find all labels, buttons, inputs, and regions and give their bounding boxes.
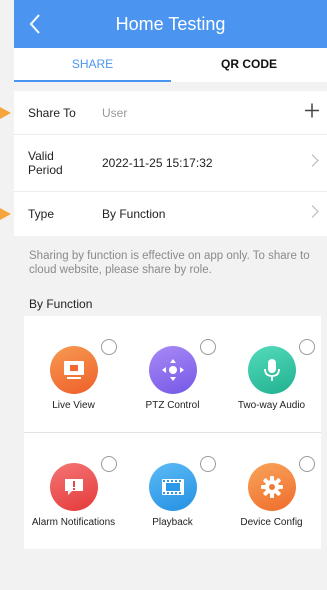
type-chevron[interactable] [311, 205, 319, 224]
chevron-right-icon [311, 154, 319, 167]
function-two-way-audio[interactable]: Two-way Audio [222, 316, 321, 432]
device-config-label: Device Config [240, 517, 303, 528]
type-value: By Function [102, 207, 166, 221]
page-title: Home Testing [115, 14, 226, 34]
valid-period-chevron[interactable] [311, 154, 319, 173]
function-live-view[interactable]: Live View [24, 316, 123, 432]
function-alarm-notifications[interactable]: Alarm Notifications [24, 433, 123, 549]
share-to-input[interactable]: User [102, 106, 127, 120]
alarm-notifications-icon-badge [49, 463, 98, 511]
function-grid: Live View PTZ Control Two-way Audio Alar… [24, 316, 321, 549]
two-way-audio-icon-badge [247, 346, 296, 394]
playback-icon-badge [148, 463, 197, 511]
ptz-control-label: PTZ Control [145, 400, 200, 411]
ptz-control-icon-badge [148, 346, 197, 394]
live-view-radio[interactable] [101, 339, 117, 355]
ptz-icon [161, 359, 184, 381]
alarm-notifications-label: Alarm Notifications [31, 517, 116, 528]
two-way-audio-label: Two-way Audio [237, 400, 306, 411]
annotation-arrow-type [0, 208, 11, 220]
alarm-message-icon [64, 479, 83, 495]
gear-icon [260, 476, 283, 498]
device-config-icon-badge [247, 463, 296, 511]
function-device-config[interactable]: Device Config [222, 433, 321, 549]
monitor-icon [63, 361, 84, 379]
type-label: Type [28, 207, 55, 221]
tab-qr-code[interactable]: QR CODE [171, 48, 327, 82]
type-row[interactable]: Type By Function [14, 192, 327, 236]
playback-radio[interactable] [200, 456, 216, 472]
ptz-control-radio[interactable] [200, 339, 216, 355]
share-form: Share To User Valid Period 2022-11-25 15… [14, 91, 327, 236]
valid-period-value: 2022-11-25 15:17:32 [102, 156, 213, 170]
function-ptz-control[interactable]: PTZ Control [123, 316, 222, 432]
tab-share[interactable]: SHARE [14, 48, 171, 82]
app-header: Home Testing [14, 0, 327, 48]
two-way-audio-radio[interactable] [299, 339, 315, 355]
alarm-notifications-radio[interactable] [101, 456, 117, 472]
live-view-label: Live View [52, 400, 95, 411]
device-config-radio[interactable] [299, 456, 315, 472]
plus-icon [305, 103, 319, 117]
annotation-arrow-share-to [0, 107, 11, 119]
tab-bar: SHARE QR CODE [14, 48, 327, 82]
add-user-button[interactable] [305, 103, 319, 122]
share-to-label: Share To [28, 105, 76, 120]
valid-period-row[interactable]: Valid Period 2022-11-25 15:17:32 [14, 135, 327, 192]
film-icon [161, 479, 184, 495]
live-view-icon-badge [49, 346, 98, 394]
valid-period-label: Valid Period [28, 149, 63, 177]
function-playback[interactable]: Playback [123, 433, 222, 549]
playback-label: Playback [152, 517, 193, 528]
by-function-title: By Function [29, 297, 93, 311]
chevron-right-icon [311, 205, 319, 218]
sharing-note: Sharing by function is effective on app … [29, 250, 310, 276]
share-to-row[interactable]: Share To User [14, 91, 327, 135]
microphone-icon [263, 359, 280, 381]
